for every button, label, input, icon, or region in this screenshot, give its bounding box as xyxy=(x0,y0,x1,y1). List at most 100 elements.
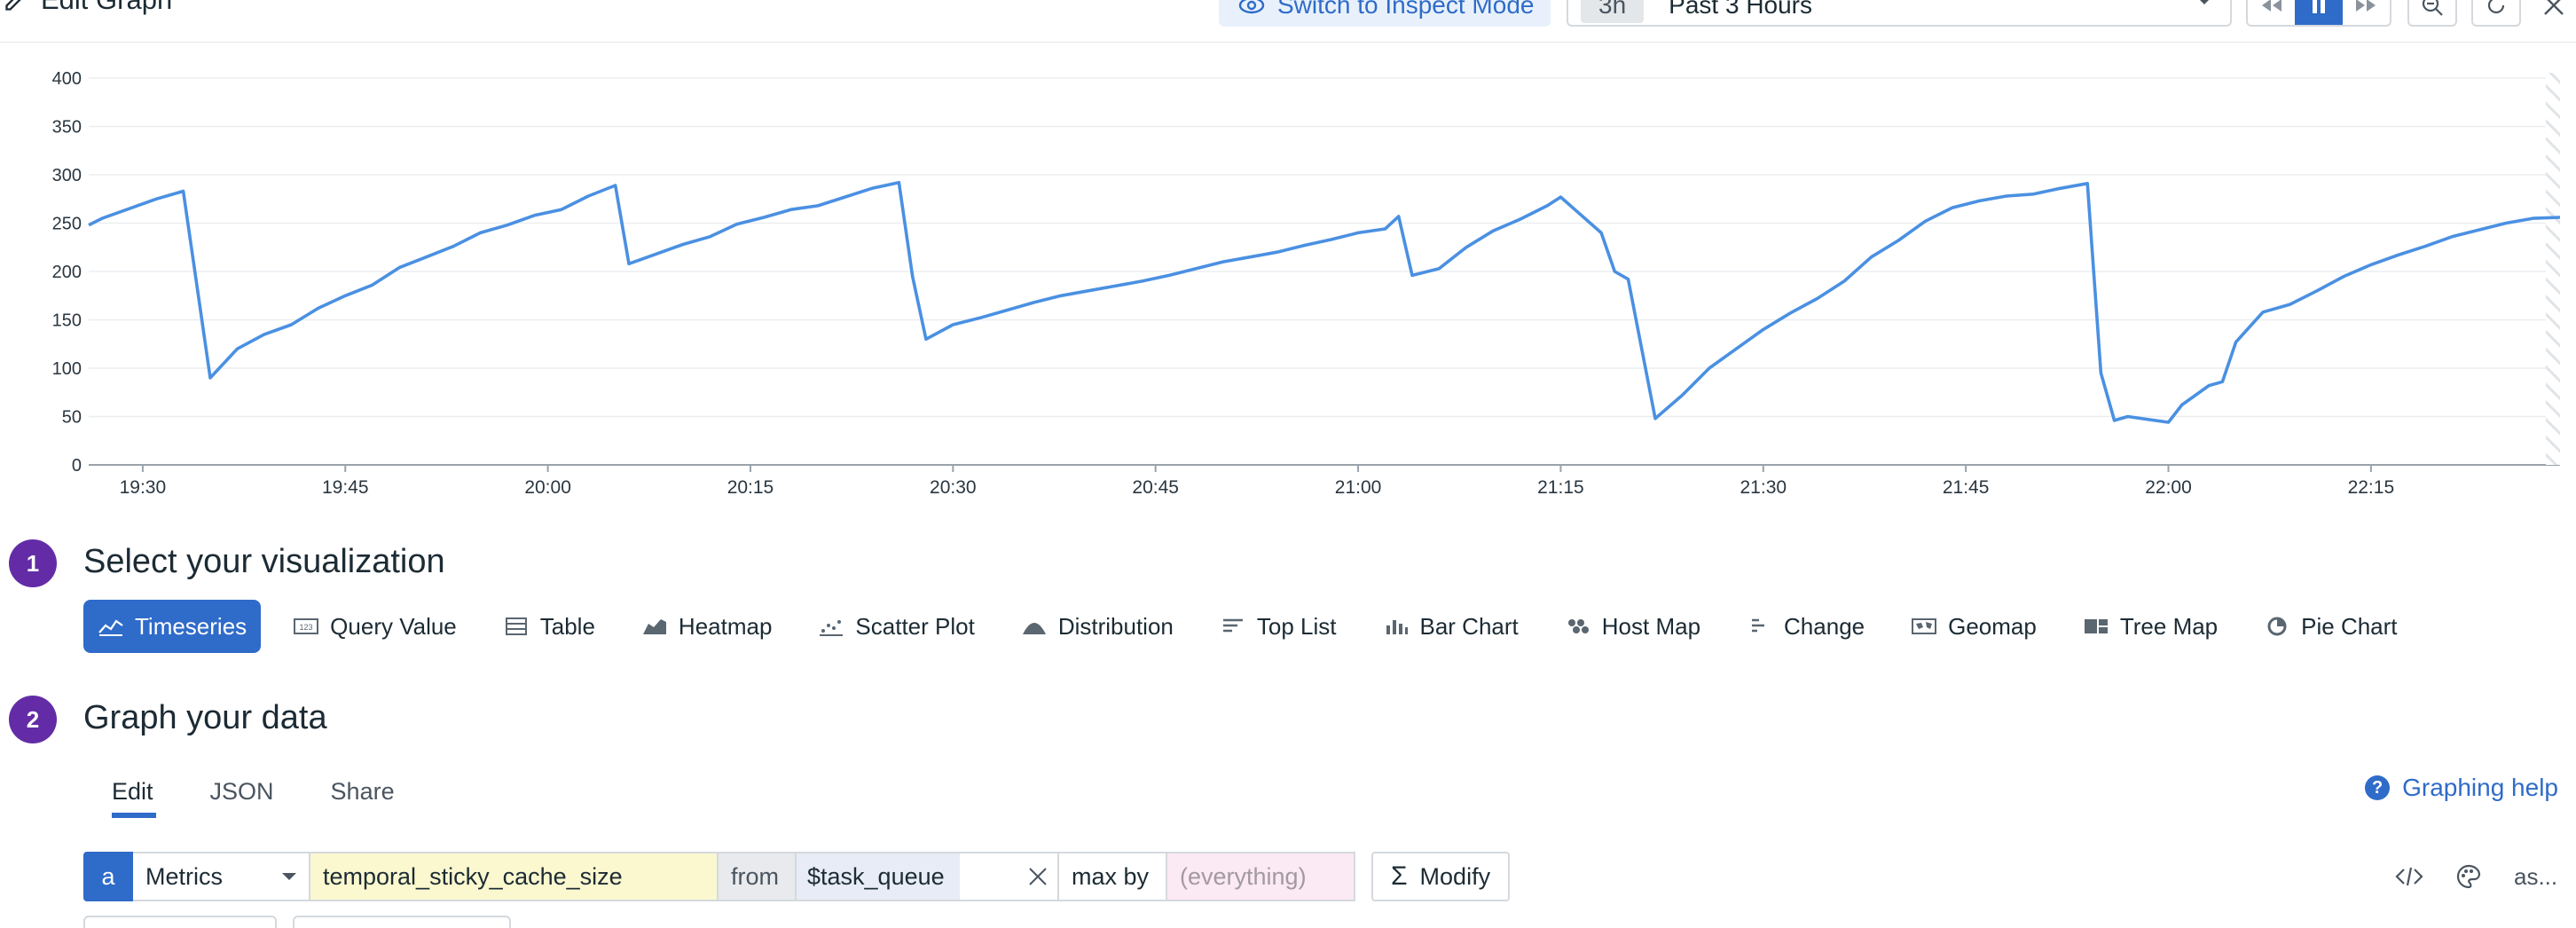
pause-button[interactable] xyxy=(2295,0,2343,25)
x-tick-label: 21:45 xyxy=(1943,477,1990,497)
switch-inspect-mode-button[interactable]: Switch to Inspect Mode xyxy=(1219,0,1551,27)
help-icon: ? xyxy=(2365,775,2391,800)
timeseries-icon xyxy=(98,617,124,636)
graphing-help-label: Graphing help xyxy=(2402,774,2558,801)
close-icon xyxy=(2544,0,2564,15)
series-line-0[interactable] xyxy=(88,180,2561,424)
time-range-badge: 3h xyxy=(1581,0,1645,23)
x-tick-label: 21:15 xyxy=(1537,477,1584,497)
pie-chart-icon xyxy=(2264,617,2290,636)
step-1-title: Select your visualization xyxy=(83,543,445,580)
editor-tabs: Edit JSON Share xyxy=(83,765,423,818)
bar-chart-icon xyxy=(1383,617,1410,636)
tab-share[interactable]: Share xyxy=(302,765,423,818)
query-editor-row: a Metrics temporal_sticky_cache_size fro… xyxy=(83,852,1511,901)
zoom-out-icon xyxy=(2422,0,2443,16)
from-label: from xyxy=(719,852,797,901)
viz-option-query-value[interactable]: 123 Query Value xyxy=(279,600,471,653)
time-range-select[interactable]: 3h Past 3 Hours xyxy=(1567,0,2232,27)
refresh-icon xyxy=(2487,0,2505,14)
x-tick-label: 22:00 xyxy=(2145,477,2192,497)
rewind-button[interactable] xyxy=(2248,0,2295,25)
x-tick-label: 19:45 xyxy=(322,477,369,497)
x-tick-label: 21:30 xyxy=(1740,477,1787,497)
viz-option-label: Bar Chart xyxy=(1419,612,1519,640)
metric-input[interactable]: temporal_sticky_cache_size xyxy=(310,852,719,901)
eye-icon xyxy=(1238,0,1265,14)
group-by-input[interactable]: (everything) xyxy=(1167,852,1355,901)
inspect-mode-label: Switch to Inspect Mode xyxy=(1277,0,1535,19)
viz-option-label: Query Value xyxy=(330,612,457,640)
y-tick-label: 300 xyxy=(52,166,82,185)
x-tick-label: 20:15 xyxy=(727,477,774,497)
x-tick-label: 20:45 xyxy=(1132,477,1179,497)
time-range-label: Past 3 Hours xyxy=(1669,0,1813,19)
x-tick-label: 22:15 xyxy=(2348,477,2395,497)
top-list-icon xyxy=(1220,617,1246,636)
viz-option-label: Geomap xyxy=(1948,612,2037,640)
chevron-down-icon xyxy=(282,873,296,880)
alias-button[interactable]: as... xyxy=(2514,863,2557,891)
rewind-icon xyxy=(2261,0,2281,12)
scope-tag[interactable]: $task_queue xyxy=(797,853,960,900)
viz-option-top-list[interactable]: Top List xyxy=(1206,600,1351,653)
step-2-title: Graph your data xyxy=(83,699,327,736)
viz-option-bar-chart[interactable]: Bar Chart xyxy=(1369,600,1533,653)
scatter-plot-icon xyxy=(818,617,844,636)
chart-svg[interactable]: 0 50 100 150 200 250 300 350 400 19:30 19:45 20:00 2… xyxy=(0,53,2576,497)
graphing-help-link[interactable]: ? Graphing help xyxy=(2365,774,2558,802)
close-button[interactable] xyxy=(2542,0,2565,27)
viz-option-pie-chart[interactable]: Pie Chart xyxy=(2250,600,2411,653)
query-letter[interactable]: a xyxy=(83,852,133,901)
y-tick-label: 150 xyxy=(52,311,82,331)
modify-button[interactable]: Σ Modify xyxy=(1371,852,1511,901)
data-source-label: Metrics xyxy=(145,862,223,890)
viz-option-table[interactable]: Table xyxy=(489,600,609,653)
tree-map-icon xyxy=(2083,617,2109,636)
tab-edit[interactable]: Edit xyxy=(83,765,182,818)
palette-icon[interactable] xyxy=(2455,863,2482,890)
x-tick-label: 20:30 xyxy=(930,477,977,497)
zoom-out-button[interactable] xyxy=(2407,0,2457,27)
y-tick-label: 400 xyxy=(52,69,82,89)
viz-option-label: Timeseries xyxy=(135,612,247,640)
svg-text:123: 123 xyxy=(300,623,313,632)
viz-option-scatter-plot[interactable]: Scatter Plot xyxy=(804,600,988,653)
host-map-icon xyxy=(1565,617,1591,636)
viz-option-tree-map[interactable]: Tree Map xyxy=(2069,600,2232,653)
viz-option-label: Heatmap xyxy=(678,612,773,640)
viz-option-geomap[interactable]: Geomap xyxy=(1897,600,2051,653)
timeseries-chart[interactable]: 0 50 100 150 200 250 300 350 400 19:30 19:45 20:00 2… xyxy=(0,53,2576,497)
geomap-icon xyxy=(1911,617,1937,636)
data-source-select[interactable]: Metrics xyxy=(133,852,310,901)
scope-field[interactable]: $task_queue xyxy=(797,852,1059,901)
pause-icon xyxy=(2312,0,2325,13)
viz-option-change[interactable]: Change xyxy=(1732,600,1879,653)
viz-option-label: Pie Chart xyxy=(2301,612,2398,640)
step-2-badge: 2 xyxy=(9,696,57,743)
add-formula-button[interactable] xyxy=(293,916,511,928)
aggregator-select[interactable]: max by xyxy=(1059,852,1167,901)
tab-json[interactable]: JSON xyxy=(182,765,302,818)
viz-option-label: Change xyxy=(1784,612,1865,640)
viz-option-timeseries[interactable]: Timeseries xyxy=(83,600,262,653)
visualization-picker: Timeseries 123 Query Value Table Heatmap Scat… xyxy=(83,600,2430,653)
viz-option-distribution[interactable]: Distribution xyxy=(1007,600,1188,653)
add-query-button[interactable] xyxy=(83,916,277,928)
playback-controls xyxy=(2246,0,2391,27)
fast-forward-button[interactable] xyxy=(2343,0,2390,25)
query-actions: as... xyxy=(2395,852,2557,901)
clear-icon[interactable] xyxy=(1027,866,1048,887)
viz-option-label: Distribution xyxy=(1057,612,1174,640)
y-tick-label: 100 xyxy=(52,359,82,379)
query-value-icon: 123 xyxy=(293,617,319,636)
code-icon[interactable] xyxy=(2395,866,2423,887)
viz-option-host-map[interactable]: Host Map xyxy=(1551,600,1715,653)
change-icon xyxy=(1747,617,1773,636)
viz-option-heatmap[interactable]: Heatmap xyxy=(627,600,787,653)
y-tick-label: 250 xyxy=(52,215,82,234)
pencil-icon xyxy=(5,0,21,11)
viz-option-label: Tree Map xyxy=(2119,612,2219,640)
modify-label: Modify xyxy=(1419,862,1491,890)
refresh-button[interactable] xyxy=(2471,0,2521,27)
